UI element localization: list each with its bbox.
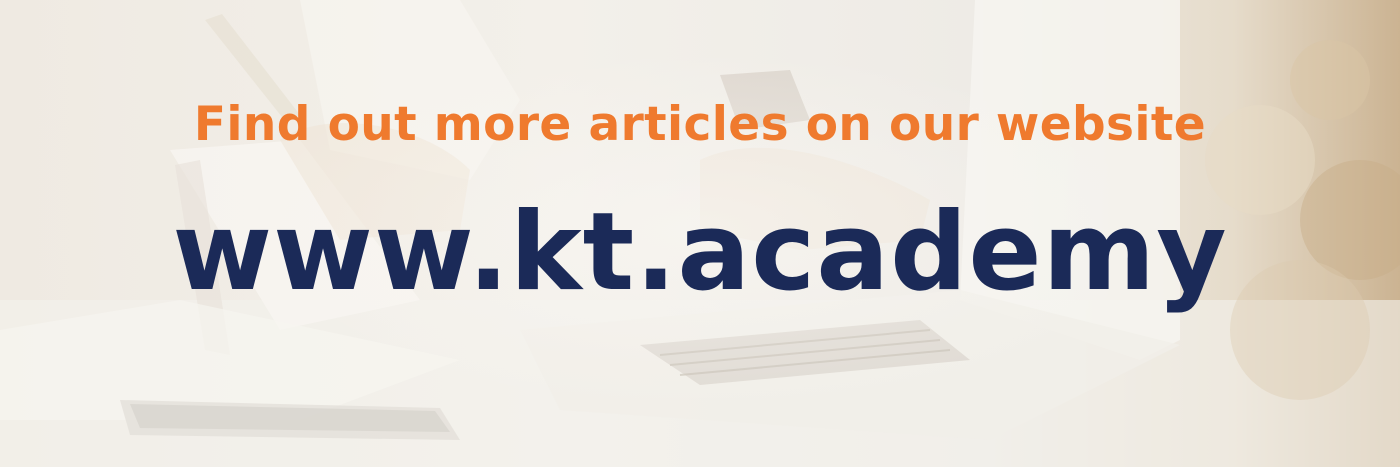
website-url[interactable]: www.kt.academy (0, 196, 1400, 310)
promo-banner: Find out more articles on our website ww… (0, 0, 1400, 467)
headline-text: Find out more articles on our website (193, 97, 1207, 152)
